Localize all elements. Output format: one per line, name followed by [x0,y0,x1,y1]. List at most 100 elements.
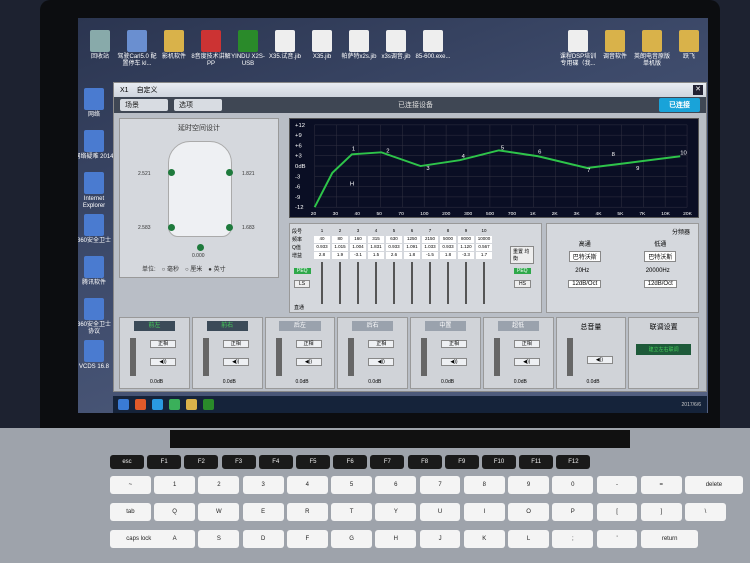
360-icon[interactable] [169,399,180,410]
eq-band-slider[interactable] [321,262,323,304]
lp-type-select[interactable]: 巴特沃斯 [644,251,677,262]
phase-button[interactable]: 正相 [150,340,176,348]
eq-freq-cell[interactable]: 40 [314,236,330,243]
eq-band-slider[interactable] [339,262,341,304]
mute-button[interactable]: ◀)) [368,358,395,366]
taskbar-app-icon[interactable] [135,399,146,410]
channel-volume-fader[interactable] [202,338,209,376]
phase-button[interactable]: 正相 [441,340,467,348]
channel-volume-fader[interactable] [493,338,500,376]
eq-band-slider[interactable] [393,262,395,304]
channel-name[interactable]: 后右 [352,321,394,331]
unit-ms-radio[interactable]: ○ 毫秒 [162,264,179,273]
ie-icon[interactable] [152,399,163,410]
desktop-icon[interactable]: x3s调音.jib [376,30,416,61]
eq-freq-cell[interactable]: 2150 [422,236,438,243]
mute-button[interactable]: ◀)) [222,358,249,366]
eq-q-cell[interactable]: 1.015 [332,244,348,251]
speaker-rear-right-icon[interactable] [226,224,233,231]
unit-cm-radio[interactable]: ○ 厘米 [185,264,202,273]
channel-name[interactable]: 前右 [206,321,248,331]
channel-volume-fader[interactable] [275,338,282,376]
scene-dropdown[interactable]: 场景 [120,99,168,111]
phase-button[interactable]: 正相 [513,340,540,348]
desktop-icon[interactable]: 360安全卫士 [78,214,114,245]
eq-freq-cell[interactable]: 10000 [476,236,492,243]
desktop-icon[interactable]: 调音软件 [595,30,635,61]
speaker-rear-left-icon[interactable] [168,224,175,231]
eq-band-slider[interactable] [411,262,413,304]
eq-band-slider[interactable] [357,262,359,304]
left-peq-button[interactable]: PEQ [294,268,311,274]
eq-gain-cell[interactable]: -1.5 [422,252,438,259]
eq-freq-cell[interactable]: 160 [350,236,366,243]
desktop-icon[interactable]: 网络疑难 2014 [78,130,114,161]
desktop-icon[interactable]: 课程DSP培训 专用碟（我... [558,30,598,68]
eq-gain-cell[interactable]: 1.7 [476,252,492,259]
eq-band-slider[interactable] [375,262,377,304]
hp-type-select[interactable]: 巴特沃斯 [568,251,601,262]
right-peq-button[interactable]: PEQ [514,268,531,274]
eq-gain-cell[interactable]: 1.5 [368,252,384,259]
desktop-icon[interactable]: 驾驶Carl5.0 配置停车 kl... [117,30,157,68]
hp-freq[interactable]: 20Hz [575,268,589,274]
hp-slope-select[interactable]: 12dB/Oct [568,280,602,288]
lp-slope-select[interactable]: 12dB/Oct [643,280,677,288]
lp-freq[interactable]: 20000Hz [646,268,670,274]
desktop-icon[interactable]: 英朗电音原版 单机版 [632,30,672,68]
channel-name[interactable]: 超低 [497,321,539,331]
channel-volume-fader[interactable] [421,338,427,376]
desktop-icon[interactable]: Internet Explorer [78,172,114,210]
desktop-icon[interactable]: 网络 [78,88,114,119]
phase-button[interactable]: 正相 [295,340,322,348]
desktop-icon[interactable]: 跃飞 [669,30,708,61]
bypass-button[interactable]: 直通 [294,304,304,311]
desktop-icon[interactable]: 360安全卫士 协议 [78,298,114,336]
channel-name[interactable]: 中置 [424,321,466,331]
eq-freq-cell[interactable]: 630 [386,236,402,243]
eq-q-cell[interactable]: 0.933 [386,244,402,251]
eq-gain-cell[interactable]: 2.6 [386,252,402,259]
options-dropdown[interactable]: 选项 [174,99,222,111]
channel-volume-fader[interactable] [348,338,355,376]
eq-q-cell[interactable]: 1.120 [458,244,474,251]
mute-button[interactable]: ◀)) [441,358,467,366]
eq-freq-cell[interactable]: 8000 [458,236,474,243]
eq-q-cell[interactable]: 1.831 [368,244,384,251]
unit-inch-radio[interactable]: ● 英寸 [208,264,225,273]
eq-q-cell[interactable]: 1.033 [422,244,438,251]
desktop-icon[interactable]: 回收站 [80,30,120,61]
eq-gain-cell[interactable]: 1.8 [404,252,420,259]
eq-gain-cell[interactable]: 2.8 [314,252,330,259]
eq-band-slider[interactable] [447,262,449,304]
hs-button[interactable]: HS [514,280,531,288]
mute-button[interactable]: ◀)) [513,358,540,366]
eq-q-cell[interactable]: 0.933 [314,244,330,251]
phase-button[interactable]: 正相 [368,340,395,348]
start-icon[interactable] [118,399,129,410]
eq-gain-cell[interactable]: 1.8 [440,252,456,259]
mute-button[interactable]: ◀)) [295,358,322,366]
eq-gain-cell[interactable]: -3.3 [458,252,474,259]
speaker-front-right-icon[interactable] [226,169,233,176]
speaker-front-left-icon[interactable] [168,169,175,176]
channel-volume-fader[interactable] [130,338,136,376]
desktop-icon[interactable]: 影机软件 [154,30,194,61]
eq-q-cell[interactable]: 0.933 [440,244,456,251]
channel-name[interactable]: 后左 [279,321,321,331]
close-icon[interactable]: ✕ [693,85,703,95]
desktop-icon[interactable]: X35.试音.jib [265,30,305,61]
desktop-icon[interactable]: 8音度技术讲解PP [191,30,231,68]
master-volume-fader[interactable] [566,338,573,376]
eq-gain-cell[interactable]: -3.1 [350,252,366,259]
folder-icon[interactable] [186,399,197,410]
channel-name[interactable]: 前左 [133,321,175,331]
mute-button[interactable]: ◀)) [150,358,176,366]
eq-band-slider[interactable] [465,262,467,304]
subwoofer-icon[interactable] [197,244,204,251]
desktop-icon[interactable]: X35.jib [302,30,342,61]
ls-button[interactable]: LS [294,280,311,288]
connect-button[interactable]: 已连接 [659,98,700,112]
eq-band-slider[interactable] [429,262,431,304]
phase-button[interactable]: 正相 [222,340,249,348]
